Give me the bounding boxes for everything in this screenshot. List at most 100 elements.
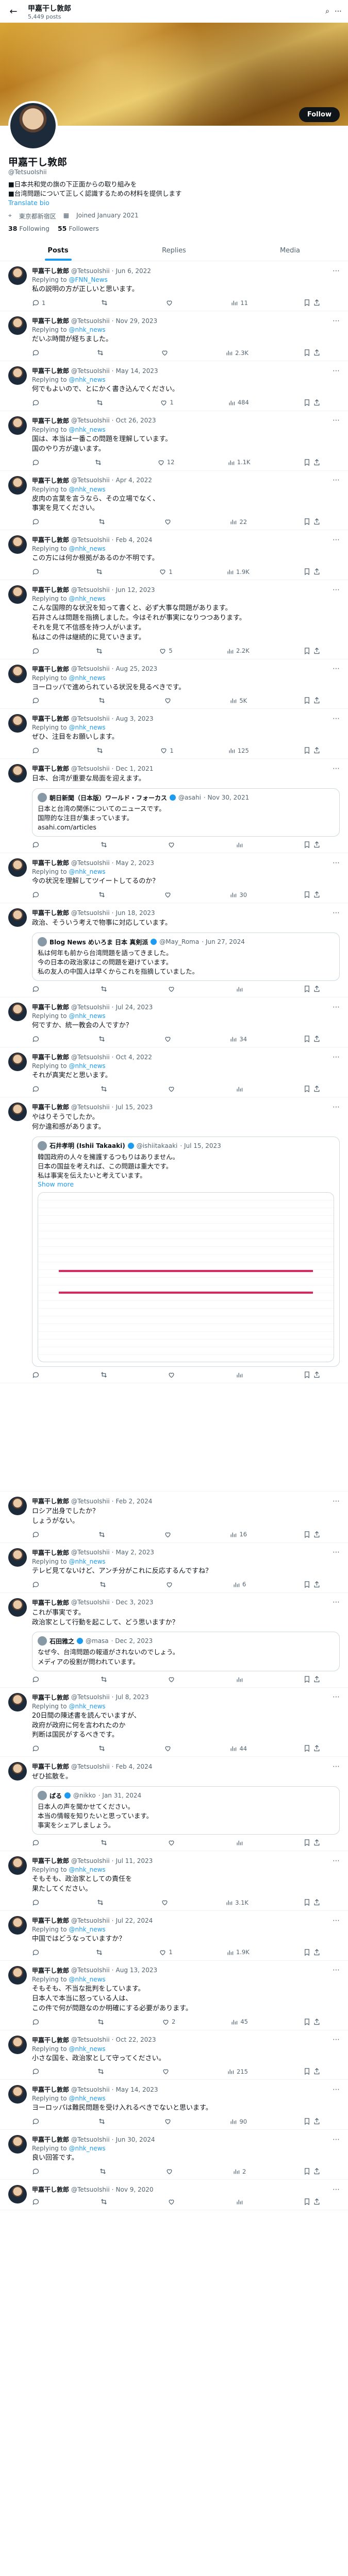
bookmark-icon[interactable] — [303, 299, 311, 307]
reply-button[interactable] — [32, 1744, 42, 1752]
views-button[interactable]: 5K — [229, 697, 247, 704]
more-icon[interactable]: ⋯ — [333, 2136, 340, 2144]
bookmark-icon[interactable] — [303, 1899, 311, 1906]
tweet-author-name[interactable]: 甲嘉干し敦郎 — [32, 1856, 69, 1865]
reply-handle[interactable]: @nhk_news — [69, 1976, 105, 1983]
more-icon[interactable]: ⋯ — [333, 2185, 340, 2194]
tweet-item[interactable]: 甲嘉干し敦郎 @TetsuoIshii · Jul 22, 2024 ⋯ Replying… — [0, 1911, 348, 1961]
following-count[interactable]: 38 Following — [8, 225, 49, 232]
bookmark-icon[interactable] — [303, 2018, 311, 2026]
like-button[interactable] — [168, 1839, 177, 1846]
views-button[interactable]: 215 — [227, 2067, 248, 2075]
like-button[interactable] — [164, 518, 174, 526]
tweet-author-name[interactable]: 甲嘉干し敦郎 — [32, 316, 69, 325]
more-icon[interactable]: ⋯ — [333, 1762, 340, 1771]
bookmark-icon[interactable] — [303, 1035, 311, 1043]
more-icon[interactable]: ⋯ — [333, 1103, 340, 1111]
more-icon[interactable]: ⋯ — [335, 7, 342, 15]
more-icon[interactable]: ⋯ — [333, 1053, 340, 1061]
bookmark-icon[interactable] — [303, 568, 311, 575]
tweet-date[interactable]: Jun 30, 2024 — [116, 2136, 155, 2143]
more-icon[interactable]: ⋯ — [333, 267, 340, 275]
tweet-avatar[interactable] — [8, 908, 27, 927]
tweet-author-name[interactable]: 甲嘉干し敦郎 — [32, 535, 69, 544]
tweet-date[interactable]: Jul 8, 2023 — [116, 1693, 149, 1701]
tweet-author-name[interactable]: 甲嘉干し敦郎 — [32, 1966, 69, 1975]
views-button[interactable]: 1.9K — [226, 1948, 250, 1956]
tweet-item[interactable]: 甲嘉干し敦郎 @TetsuoIshii · Jun 6, 2022 ⋯ Replying … — [0, 261, 348, 312]
tweet-avatar[interactable] — [8, 1856, 27, 1875]
tweet-item[interactable]: 甲嘉干し敦郎 @TetsuoIshii · Jun 30, 2024 ⋯ Replying… — [0, 2130, 348, 2180]
views-button[interactable]: 22 — [229, 518, 247, 526]
bookmark-icon[interactable] — [303, 647, 311, 655]
bookmark-icon[interactable] — [303, 2117, 311, 2125]
reply-button[interactable] — [32, 2167, 42, 2175]
tweet-item[interactable]: 甲嘉干し敦郎 @TetsuoIshii · Apr 4, 2022 ⋯ Replying … — [0, 471, 348, 531]
views-button[interactable]: 484 — [228, 399, 249, 406]
tweet-author-name[interactable]: 甲嘉干し敦郎 — [32, 714, 69, 723]
like-button[interactable]: 1 — [159, 1948, 173, 1956]
like-button[interactable] — [164, 697, 174, 704]
more-icon[interactable]: ⋯ — [333, 1857, 340, 1865]
tweet-date[interactable]: Feb 4, 2024 — [116, 1763, 153, 1770]
retweet-button[interactable] — [94, 459, 104, 466]
tweet-item[interactable]: 甲嘉干し敦郎 @TetsuoIshii · Jul 24, 2023 ⋯ Replying… — [0, 997, 348, 1048]
views-button[interactable]: 2.2K — [226, 647, 250, 655]
like-button[interactable] — [161, 349, 171, 357]
tweet-avatar[interactable] — [8, 585, 27, 604]
translate-bio-link[interactable]: Translate bio — [8, 198, 340, 208]
share-icon[interactable] — [313, 747, 321, 754]
like-button[interactable]: 5 — [159, 647, 173, 655]
views-button[interactable] — [236, 985, 245, 993]
tweet-item[interactable]: 甲嘉干し敦郎 @TetsuoIshii · Jul 15, 2023 ⋯ やはりそうでした… — [0, 1097, 348, 1384]
reply-handle[interactable]: @nhk_news — [69, 2145, 105, 2152]
tab-replies[interactable]: Replies — [116, 241, 232, 261]
like-button[interactable] — [165, 2167, 175, 2175]
tweet-date[interactable]: Aug 3, 2023 — [116, 715, 154, 722]
more-icon[interactable]: ⋯ — [333, 1966, 340, 1974]
follow-button[interactable]: Follow — [299, 107, 340, 122]
tweet-avatar[interactable] — [8, 764, 27, 783]
share-icon[interactable] — [313, 2198, 321, 2206]
tweet-avatar[interactable] — [8, 316, 27, 335]
tweet-avatar[interactable] — [8, 476, 27, 495]
tweet-author-name[interactable]: 甲嘉干し敦郎 — [32, 858, 69, 867]
retweet-button[interactable] — [98, 891, 108, 899]
tweet-avatar[interactable] — [8, 1003, 27, 1022]
share-icon[interactable] — [313, 1531, 321, 1538]
reply-handle[interactable]: @nhk_news — [69, 1703, 105, 1710]
bookmark-icon[interactable] — [303, 1371, 311, 1379]
share-icon[interactable] — [313, 985, 321, 993]
tweet-item[interactable]: 甲嘉干し敦郎 @TetsuoIshii · May 2, 2023 ⋯ Replying … — [0, 1543, 348, 1593]
bookmark-icon[interactable] — [303, 2067, 311, 2075]
tweet-author-name[interactable]: 甲嘉干し敦郎 — [32, 1762, 69, 1771]
tweet-date[interactable]: Feb 2, 2024 — [116, 1498, 153, 1505]
tweet-date[interactable]: Jul 22, 2024 — [116, 1917, 153, 1924]
tweet-date[interactable]: May 2, 2023 — [116, 1549, 154, 1556]
show-more-link[interactable]: Show more — [38, 1180, 334, 1188]
tweet-author-name[interactable]: 甲嘉干し敦郎 — [32, 1497, 69, 1505]
share-icon[interactable] — [313, 1948, 321, 1956]
reply-handle[interactable]: @nhk_news — [69, 595, 105, 602]
more-icon[interactable]: ⋯ — [333, 1003, 340, 1011]
quoted-tweet[interactable]: Blog News めいろま 日本 真剣派 @May_Roma · Jun 27, … — [32, 933, 340, 981]
tweet-item[interactable]: 甲嘉干し敦郎 @TetsuoIshii · Oct 4, 2022 ⋯ Replying … — [0, 1047, 348, 1098]
tweet-avatar[interactable] — [8, 1692, 27, 1711]
reply-button[interactable] — [32, 2067, 42, 2075]
more-icon[interactable]: ⋯ — [333, 536, 340, 544]
retweet-button[interactable] — [99, 2167, 109, 2175]
tweet-item[interactable]: 甲嘉干し敦郎 @TetsuoIshii · Nov 9, 2020 ⋯ — [0, 2180, 348, 2211]
back-arrow-icon[interactable]: ← — [6, 4, 21, 19]
tweet-item[interactable]: 甲嘉干し敦郎 @TetsuoIshii · Feb 2, 2024 ⋯ ロシア出身でしたか… — [0, 1492, 348, 1543]
more-icon[interactable]: ⋯ — [333, 1598, 340, 1606]
bookmark-icon[interactable] — [303, 2167, 311, 2175]
tweet-avatar[interactable] — [8, 266, 27, 285]
tweet-date[interactable]: Jun 18, 2023 — [116, 909, 155, 917]
tweet-author-name[interactable]: 甲嘉干し敦郎 — [32, 1053, 69, 1061]
tweet-author-name[interactable]: 甲嘉干し敦郎 — [32, 416, 69, 425]
tweet-author-name[interactable]: 甲嘉干し敦郎 — [32, 908, 69, 917]
tweet-item[interactable]: 甲嘉干し敦郎 @TetsuoIshii · Dec 3, 2023 ⋯ これが事実です。 … — [0, 1593, 348, 1688]
views-button[interactable]: 34 — [229, 1035, 247, 1043]
retweet-button[interactable] — [98, 1744, 108, 1752]
tweet-item[interactable]: 甲嘉干し敦郎 @TetsuoIshii · Jul 8, 2023 ⋯ Replying … — [0, 1688, 348, 1757]
